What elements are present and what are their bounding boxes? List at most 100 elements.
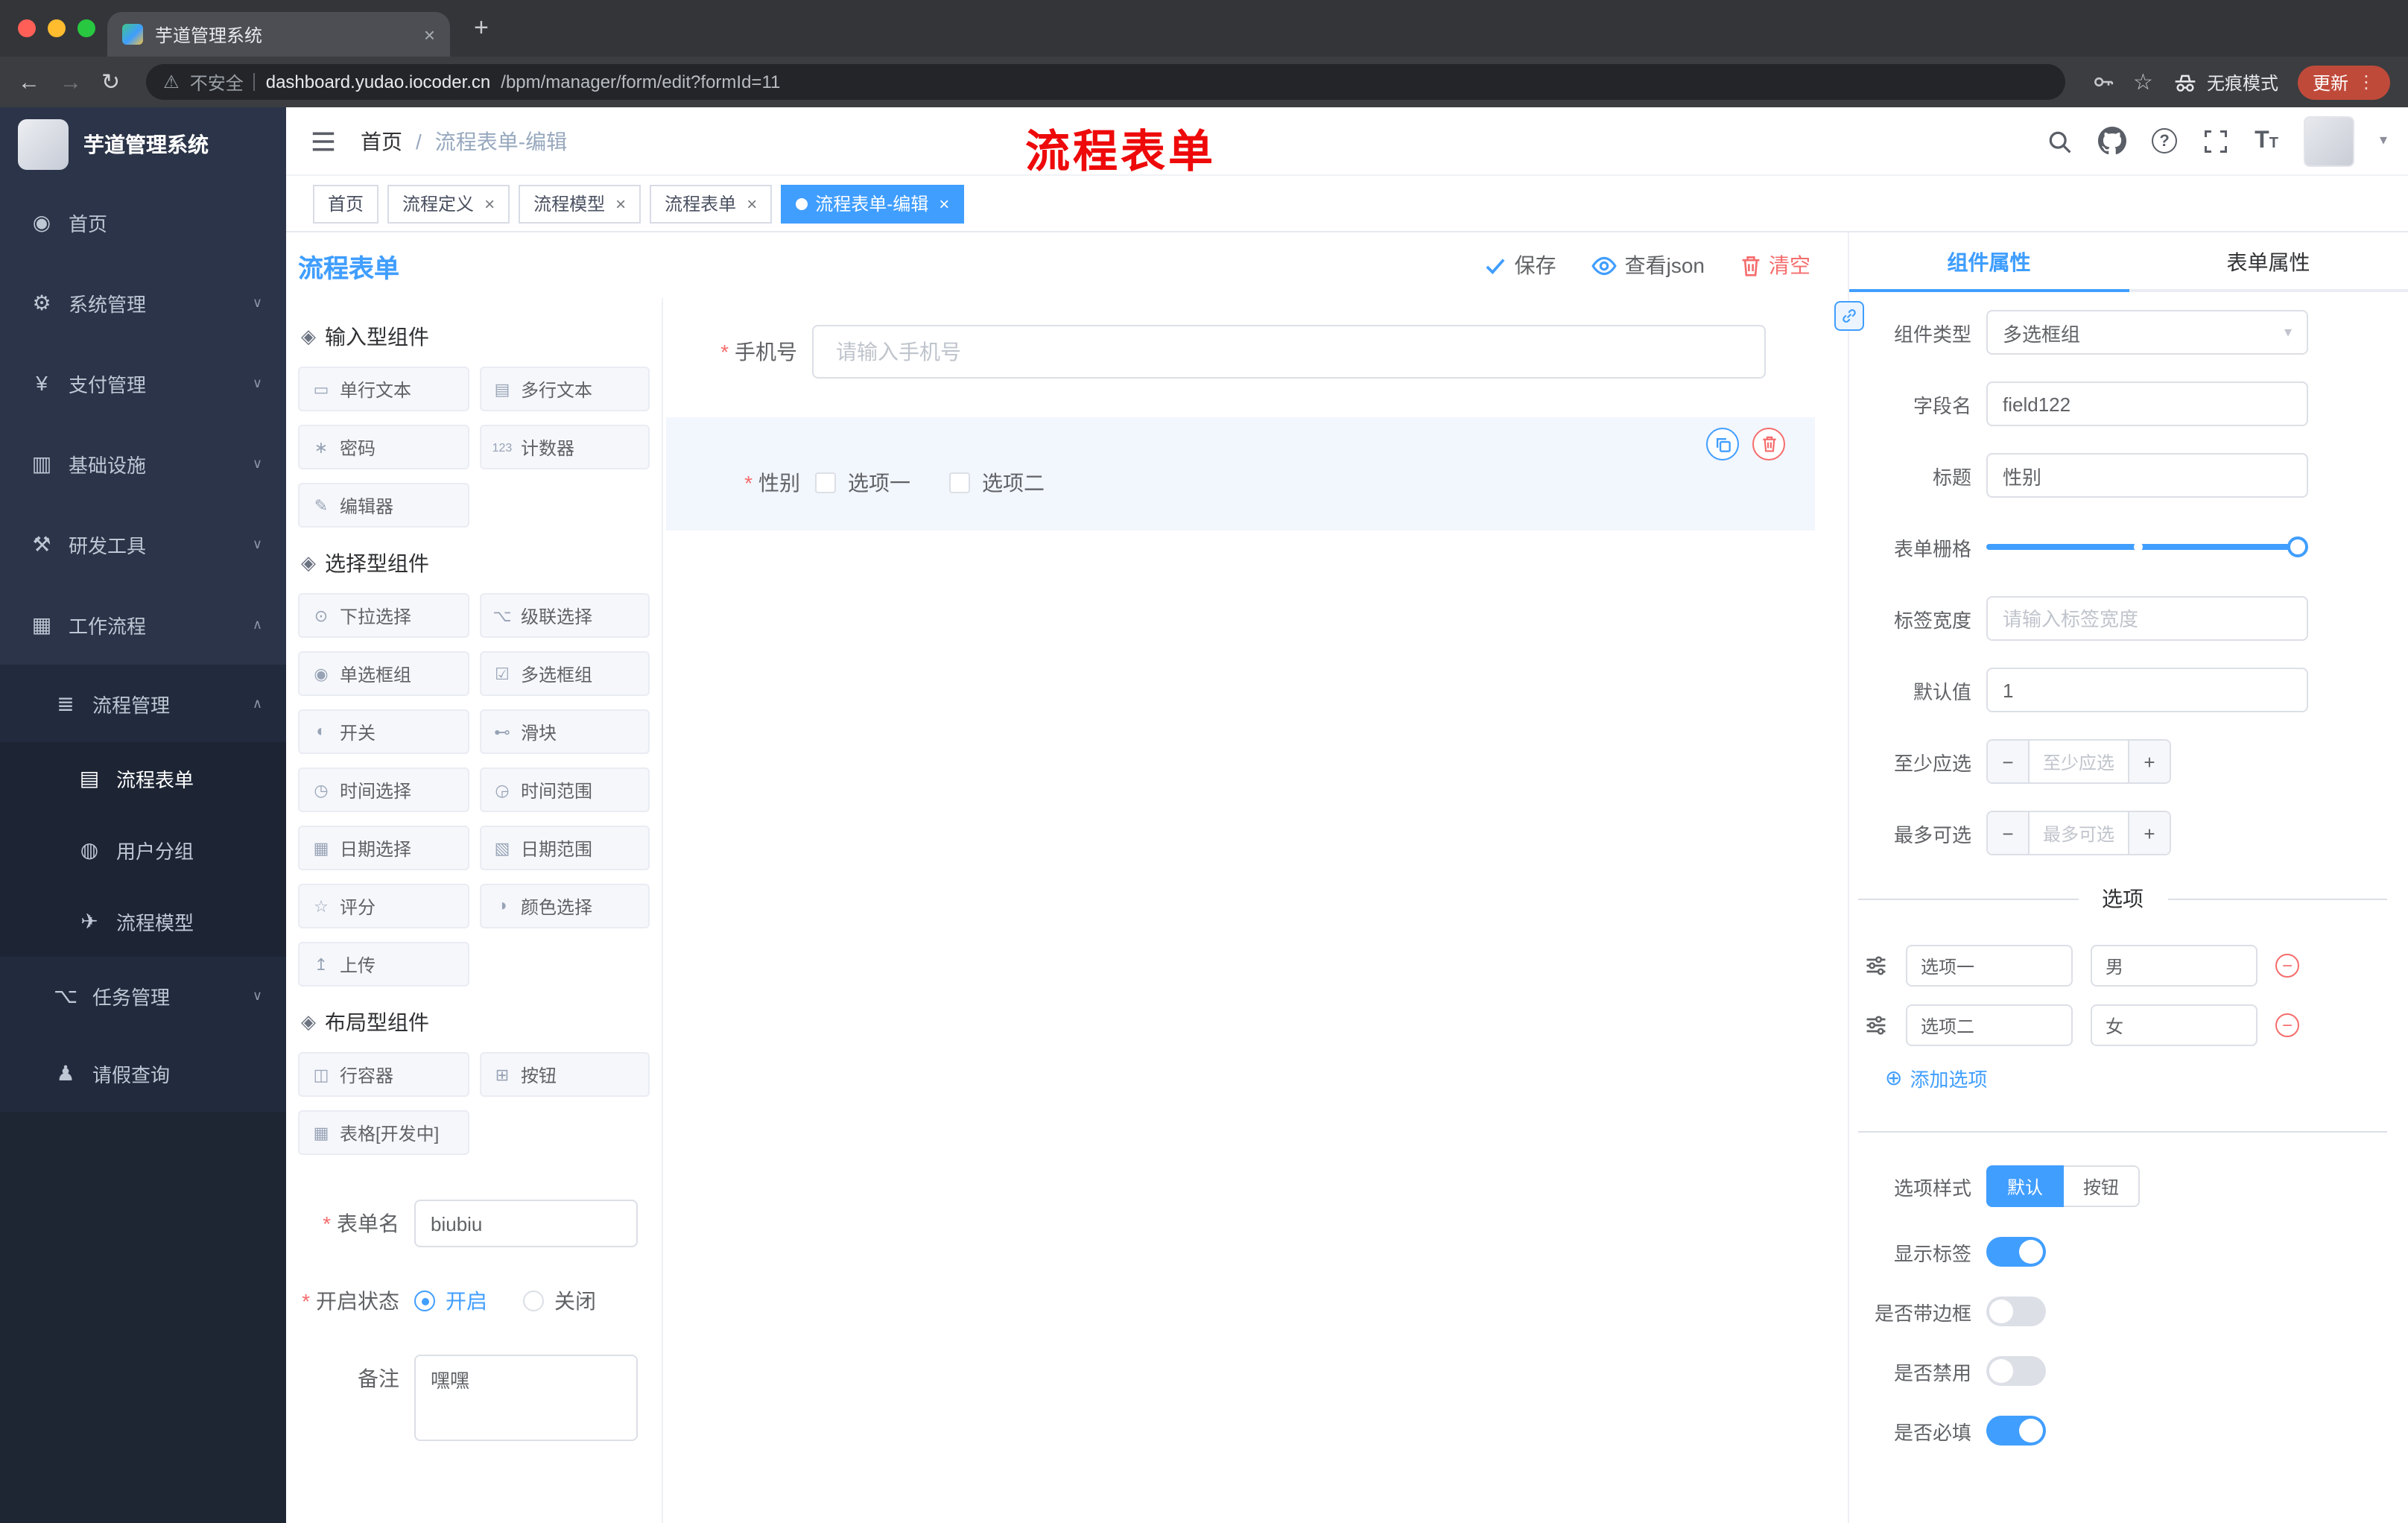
remove-option-icon[interactable]: − [2275, 1013, 2299, 1037]
sidebar-item-system[interactable]: ⚙ 系统管理 ∨ [0, 262, 286, 343]
phone-input[interactable] [812, 325, 1766, 379]
font-size-icon[interactable]: TT [2255, 127, 2278, 154]
sidebar-item-workflow[interactable]: ▦ 工作流程 ∧ [0, 584, 286, 665]
sidebar-item-leave-query[interactable]: ♟ 请假查询 [0, 1034, 286, 1112]
checkbox-option-1[interactable]: 选项一 [815, 468, 910, 498]
browser-update-button[interactable]: 更新 ⋮ [2297, 65, 2390, 99]
sidebar-item-payment[interactable]: ¥ 支付管理 ∨ [0, 343, 286, 423]
tag-home[interactable]: 首页 [313, 184, 379, 223]
forward-icon[interactable]: → [60, 71, 82, 93]
palette-item-slider[interactable]: ⊷ 滑块 [479, 709, 650, 754]
browser-tab[interactable]: 芋道管理系统 × [107, 12, 450, 57]
selected-widget-gender[interactable]: 性别 选项一 选项二 [666, 417, 1815, 531]
back-icon[interactable]: ← [18, 71, 40, 93]
style-default-button[interactable]: 默认 [1986, 1165, 2065, 1207]
palette-item-color-picker[interactable]: ◑ 颜色选择 [479, 884, 650, 928]
close-icon[interactable]: × [939, 193, 949, 214]
tag-process-form[interactable]: 流程表单 × [650, 184, 773, 223]
border-switch[interactable] [1986, 1296, 2046, 1326]
radio-open[interactable]: 开启 [414, 1286, 487, 1316]
title-input[interactable] [1986, 453, 2308, 498]
user-avatar[interactable] [2303, 115, 2354, 166]
search-icon[interactable] [2046, 127, 2073, 154]
link-icon[interactable] [1834, 301, 1864, 331]
view-json-button[interactable]: 查看json [1591, 250, 1705, 280]
fullscreen-icon[interactable] [2202, 127, 2229, 154]
option-label-input[interactable] [1906, 945, 2073, 987]
sidebar-item-infrastructure[interactable]: ▥ 基础设施 ∨ [0, 423, 286, 504]
sidebar-item-process-management[interactable]: ≣ 流程管理 ∧ [0, 665, 286, 742]
tag-process-form-edit[interactable]: 流程表单-编辑 × [781, 184, 965, 223]
palette-item-button[interactable]: ⊞ 按钮 [479, 1052, 650, 1097]
tab-close-icon[interactable]: × [424, 23, 435, 45]
key-icon[interactable] [2090, 70, 2114, 94]
stepper-placeholder[interactable]: 最多可选 [2030, 812, 2128, 854]
disabled-switch[interactable] [1986, 1356, 2046, 1386]
delete-widget-button[interactable] [1752, 428, 1785, 460]
tag-process-model[interactable]: 流程模型 × [519, 184, 641, 223]
reload-icon[interactable]: ↻ [101, 71, 120, 93]
decrease-button[interactable]: − [1988, 741, 2030, 782]
increase-button[interactable]: + [2128, 812, 2170, 854]
decrease-button[interactable]: − [1988, 812, 2030, 854]
show-label-switch[interactable] [1986, 1237, 2046, 1267]
grid-slider[interactable] [1986, 525, 2308, 569]
close-icon[interactable]: × [747, 193, 757, 214]
remove-option-icon[interactable]: − [2275, 954, 2299, 978]
window-close-button[interactable] [18, 19, 36, 37]
new-tab-button[interactable]: + [474, 13, 489, 43]
palette-item-cascader[interactable]: ⌥ 级联选择 [479, 593, 650, 638]
save-button[interactable]: 保存 [1485, 250, 1556, 280]
tag-process-definition[interactable]: 流程定义 × [387, 184, 510, 223]
remark-textarea[interactable]: 嘿嘿 [414, 1355, 638, 1441]
palette-item-time-range[interactable]: ◶ 时间范围 [479, 767, 650, 812]
add-option-button[interactable]: ⊕ 添加选项 [1885, 1064, 2408, 1092]
checkbox-option-2[interactable]: 选项二 [949, 468, 1045, 498]
close-icon[interactable]: × [484, 193, 495, 214]
option-label-input[interactable] [1906, 1004, 2073, 1046]
palette-item-counter[interactable]: 123 计数器 [479, 425, 650, 469]
bookmark-star-icon[interactable]: ☆ [2133, 69, 2153, 95]
palette-item-date-picker[interactable]: ▦ 日期选择 [298, 826, 469, 870]
sidebar-item-devtools[interactable]: ⚒ 研发工具 ∨ [0, 504, 286, 584]
chevron-down-icon[interactable]: ▾ [2380, 133, 2387, 149]
radio-closed[interactable]: 关闭 [523, 1286, 596, 1316]
clear-button[interactable]: 清空 [1740, 250, 1810, 280]
sidebar-item-user-group[interactable]: ◍ 用户分组 [0, 814, 286, 885]
palette-item-password[interactable]: ∗ 密码 [298, 425, 469, 469]
palette-item-checkbox-group[interactable]: ☑ 多选框组 [479, 651, 650, 696]
browser-menu-icon[interactable]: ⋮ [2357, 72, 2375, 92]
style-button-button[interactable]: 按钮 [2064, 1165, 2141, 1207]
option-value-input[interactable] [2091, 1004, 2258, 1046]
increase-button[interactable]: + [2128, 741, 2170, 782]
palette-item-single-text[interactable]: ▭ 单行文本 [298, 367, 469, 411]
sidebar-toggle-icon[interactable] [310, 129, 337, 153]
stepper-placeholder[interactable]: 至少应选 [2030, 741, 2128, 782]
field-name-input[interactable] [1986, 381, 2308, 426]
tab-component-props[interactable]: 组件属性 [1849, 232, 2129, 292]
palette-item-editor[interactable]: ✎ 编辑器 [298, 483, 469, 528]
palette-item-multi-text[interactable]: ▤ 多行文本 [479, 367, 650, 411]
tab-form-props[interactable]: 表单属性 [2129, 232, 2408, 292]
palette-item-row-container[interactable]: ◫ 行容器 [298, 1052, 469, 1097]
required-switch[interactable] [1986, 1416, 2046, 1446]
drag-handle-icon[interactable] [1864, 1013, 1888, 1037]
sidebar-item-process-model[interactable]: ✈ 流程模型 [0, 885, 286, 957]
palette-item-select[interactable]: ⊙ 下拉选择 [298, 593, 469, 638]
window-zoom-button[interactable] [77, 19, 95, 37]
github-icon[interactable] [2098, 127, 2127, 155]
slider-handle[interactable] [2287, 536, 2308, 557]
component-type-select[interactable]: 多选框组 ▾ [1986, 310, 2308, 355]
default-value-input[interactable] [1986, 668, 2308, 712]
palette-item-radio-group[interactable]: ◉ 单选框组 [298, 651, 469, 696]
palette-item-time-picker[interactable]: ◷ 时间选择 [298, 767, 469, 812]
palette-item-date-range[interactable]: ▧ 日期范围 [479, 826, 650, 870]
label-width-input[interactable] [1986, 596, 2308, 641]
sidebar-item-process-form[interactable]: ▤ 流程表单 [0, 742, 286, 814]
sidebar-item-task-management[interactable]: ⌥ 任务管理 ∨ [0, 957, 286, 1034]
window-minimize-button[interactable] [48, 19, 66, 37]
palette-item-table[interactable]: ▦ 表格[开发中] [298, 1110, 469, 1155]
sidebar-item-home[interactable]: ◉ 首页 [0, 182, 286, 262]
close-icon[interactable]: × [615, 193, 626, 214]
help-icon[interactable]: ? [2152, 128, 2178, 153]
